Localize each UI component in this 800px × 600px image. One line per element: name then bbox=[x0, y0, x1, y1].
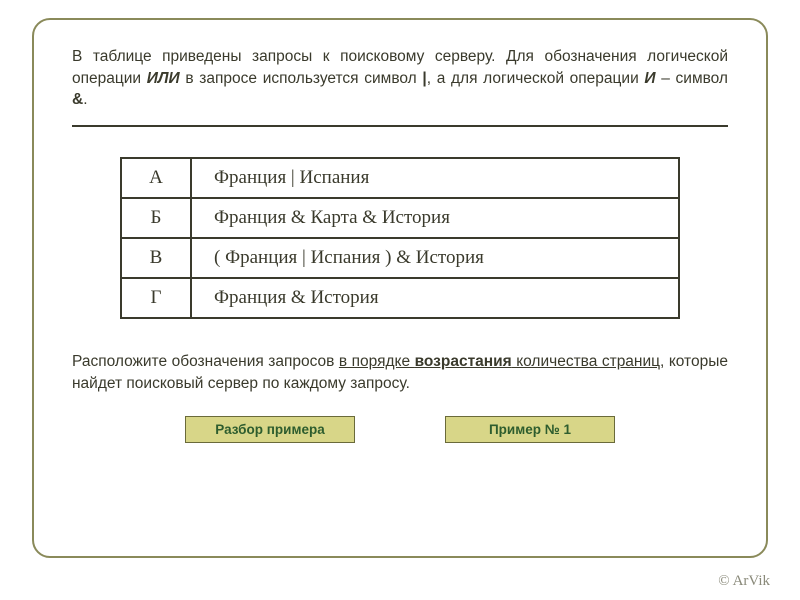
row-letter: Б bbox=[121, 198, 191, 238]
review-button[interactable]: Разбор примера bbox=[185, 416, 355, 443]
example1-button[interactable]: Пример № 1 bbox=[445, 416, 615, 443]
instruction-text: Расположите обозначения запросов в поряд… bbox=[72, 351, 728, 394]
intro-amp: & bbox=[72, 91, 83, 108]
table-row: Б Франция & Карта & История bbox=[121, 198, 679, 238]
row-query: Франция & История bbox=[191, 278, 679, 318]
row-letter: А bbox=[121, 158, 191, 198]
slide-frame: В таблице приведены запросы к поисковому… bbox=[32, 18, 768, 558]
table-row: А Франция | Испания bbox=[121, 158, 679, 198]
intro-text: В таблице приведены запросы к поисковому… bbox=[72, 46, 728, 111]
intro-period: . bbox=[83, 91, 87, 108]
intro-part4: – символ bbox=[656, 70, 728, 87]
copyright: © ArVik bbox=[718, 573, 770, 590]
intro-and: И bbox=[644, 70, 655, 87]
row-letter: Г bbox=[121, 278, 191, 318]
instr-u1b: возрастания bbox=[415, 353, 512, 370]
row-query: ( Франция | Испания ) & История bbox=[191, 238, 679, 278]
row-query: Франция | Испания bbox=[191, 158, 679, 198]
row-letter: В bbox=[121, 238, 191, 278]
query-table: А Франция | Испания Б Франция & Карта & … bbox=[120, 157, 680, 319]
row-query: Франция & Карта & История bbox=[191, 198, 679, 238]
divider bbox=[72, 125, 728, 127]
table-row: В ( Франция | Испания ) & История bbox=[121, 238, 679, 278]
instr-u1: в порядке bbox=[339, 353, 415, 370]
intro-part3: , а для логической операции bbox=[427, 70, 645, 87]
instr-u2: количества страниц bbox=[512, 353, 660, 370]
table-row: Г Франция & История bbox=[121, 278, 679, 318]
intro-or: ИЛИ bbox=[147, 70, 180, 87]
intro-part2: в запросе используется символ bbox=[180, 70, 423, 87]
buttons-row: Разбор примера Пример № 1 bbox=[72, 416, 728, 443]
query-table-wrap: А Франция | Испания Б Франция & Карта & … bbox=[72, 157, 728, 319]
instr-part1: Расположите обозначения запросов bbox=[72, 353, 339, 370]
